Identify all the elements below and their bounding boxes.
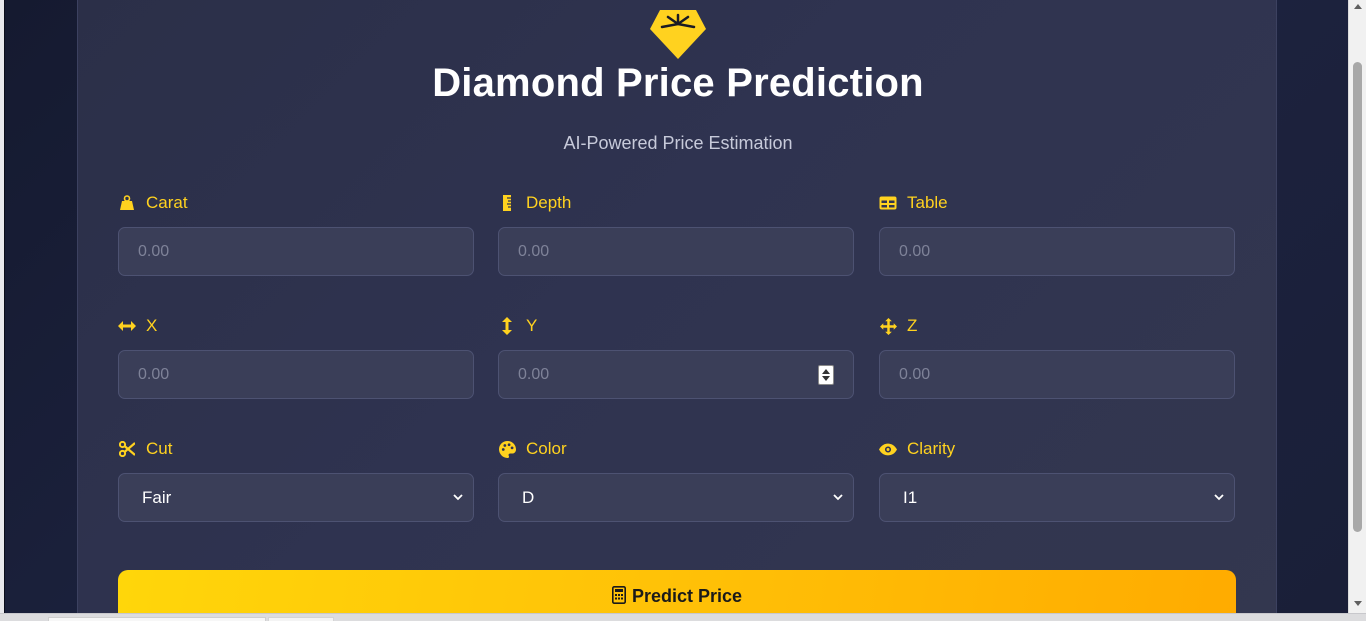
- scroll-down-icon[interactable]: [1354, 601, 1362, 606]
- scissors-icon: [118, 440, 136, 458]
- cut-label: Cut: [146, 439, 173, 458]
- x-label: X: [146, 316, 158, 335]
- cut-field: Cut Fair: [118, 438, 474, 522]
- spinner-up-icon[interactable]: [822, 368, 830, 374]
- strip-tab: [268, 617, 334, 621]
- spinner-down-icon[interactable]: [822, 375, 830, 381]
- color-field: Color D: [498, 438, 854, 522]
- x-input[interactable]: 0.00: [118, 350, 474, 399]
- palette-icon: [498, 440, 516, 458]
- chevron-down-icon: [1214, 494, 1224, 501]
- carat-field: Carat 0.00: [118, 192, 474, 276]
- z-input[interactable]: 0.00: [879, 350, 1235, 399]
- clarity-label: Clarity: [907, 439, 956, 458]
- cut-select[interactable]: Fair: [118, 473, 474, 522]
- y-field: Y 0.00: [498, 315, 854, 399]
- eye-icon: [879, 440, 897, 458]
- table-field: Table 0.00: [879, 192, 1235, 276]
- scroll-up-icon[interactable]: [1354, 4, 1362, 9]
- y-label: Y: [526, 316, 538, 335]
- strip-tab: [48, 617, 266, 621]
- carat-label: Carat: [146, 193, 188, 212]
- y-input[interactable]: 0.00: [498, 350, 854, 399]
- color-select[interactable]: D: [498, 473, 854, 522]
- depth-input[interactable]: 0.00: [498, 227, 854, 276]
- z-field: Z 0.00: [879, 315, 1235, 399]
- arrows-horizontal-icon: [118, 317, 136, 335]
- chevron-down-icon: [453, 494, 463, 501]
- color-label: Color: [526, 439, 567, 458]
- arrows-move-icon: [879, 317, 897, 335]
- page-viewport: Diamond Price Prediction AI-Powered Pric…: [4, 0, 1348, 613]
- predict-price-label: Predict Price: [631, 586, 743, 606]
- scrollbar-thumb[interactable]: [1353, 62, 1362, 532]
- depth-field: Depth 0.00: [498, 192, 854, 276]
- z-label: Z: [907, 316, 918, 335]
- page-subtitle: AI-Powered Price Estimation: [563, 133, 793, 153]
- weight-icon: [118, 194, 136, 212]
- table-icon: [879, 194, 897, 212]
- number-spinner[interactable]: [818, 364, 834, 385]
- chevron-down-icon: [833, 494, 843, 501]
- calculator-icon: [611, 586, 626, 604]
- bottom-strip: [0, 613, 1366, 621]
- table-label: Table: [907, 193, 948, 212]
- page-title: Diamond Price Prediction: [432, 61, 924, 105]
- table-input[interactable]: 0.00: [879, 227, 1235, 276]
- ruler-icon: [498, 194, 516, 212]
- arrows-vertical-icon: [498, 317, 516, 335]
- vertical-scrollbar[interactable]: [1348, 0, 1366, 613]
- depth-label: Depth: [526, 193, 572, 212]
- clarity-select[interactable]: I1: [879, 473, 1235, 522]
- x-field: X 0.00: [118, 315, 474, 399]
- predict-price-button[interactable]: Predict Price: [118, 570, 1236, 613]
- carat-input[interactable]: 0.00: [118, 227, 474, 276]
- diamond-logo-icon: [650, 10, 706, 59]
- clarity-field: Clarity I1: [879, 438, 1235, 522]
- prediction-card: Diamond Price Prediction AI-Powered Pric…: [77, 0, 1277, 613]
